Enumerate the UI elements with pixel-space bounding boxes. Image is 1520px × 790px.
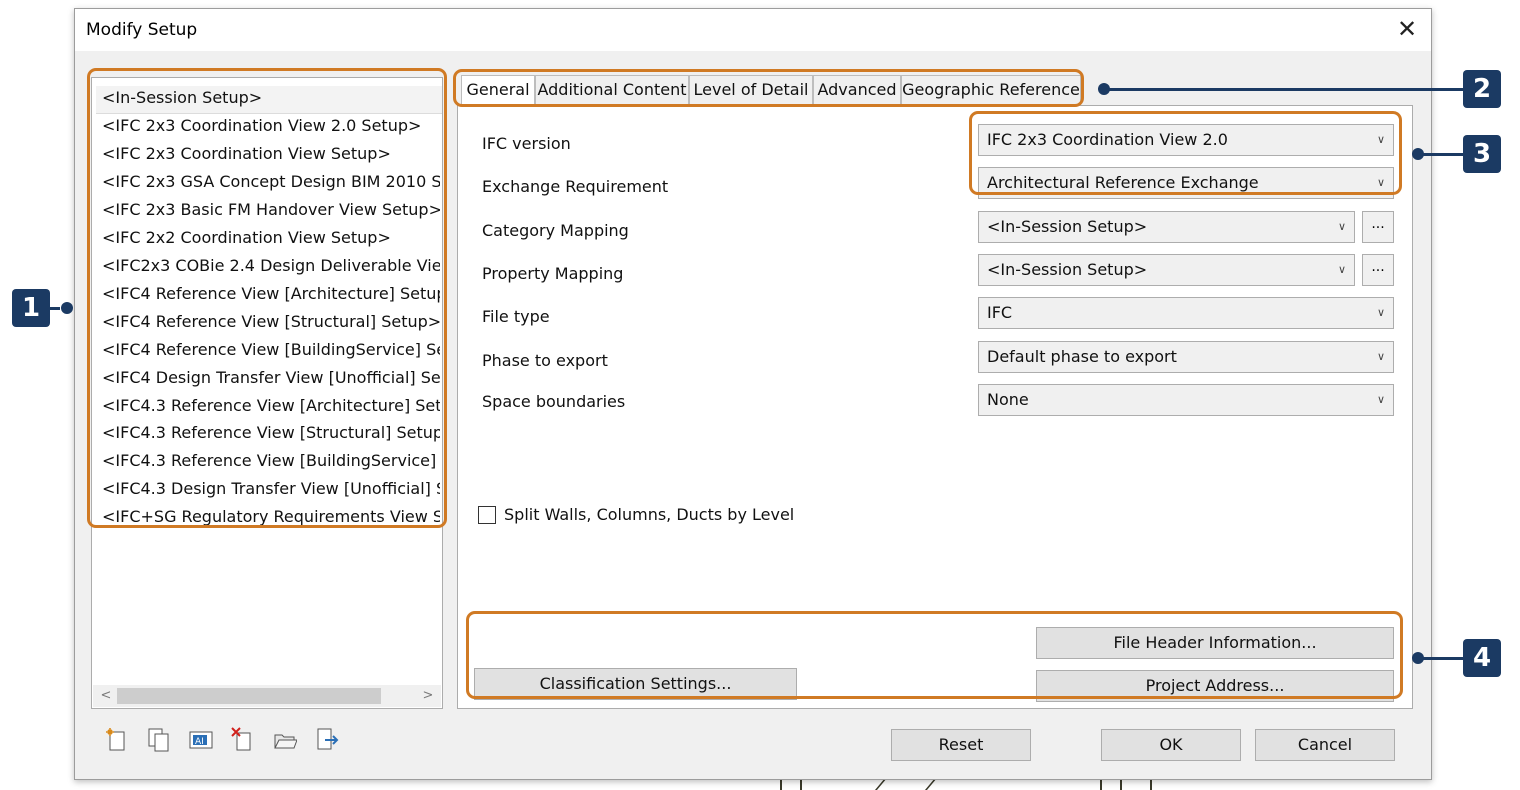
space-boundaries-label: Space boundaries <box>482 392 626 411</box>
new-setup-icon[interactable] <box>105 727 129 753</box>
setup-item[interactable]: <IFC4.3 Reference View [Architecture] Se… <box>102 394 440 422</box>
svg-text:AI: AI <box>195 737 204 747</box>
classification-settings-button[interactable]: Classification Settings... <box>474 668 797 700</box>
phase-value: Default phase to export <box>987 347 1177 366</box>
setup-item[interactable]: <IFC+SG Regulatory Requirements View Set… <box>102 505 440 533</box>
callout-3: 3 <box>1463 135 1501 173</box>
cancel-button[interactable]: Cancel <box>1255 729 1395 761</box>
modify-setup-dialog: Modify Setup ✕ <In-Session Setup> <IFC 2… <box>74 8 1432 780</box>
callout-2-leader <box>1108 88 1463 91</box>
setup-item[interactable]: <IFC 2x3 Coordination View Setup> <box>102 142 440 170</box>
setup-item[interactable]: <IFC2x3 COBie 2.4 Design Deliverable Vie… <box>102 254 440 282</box>
chevron-down-icon: ∨ <box>1376 306 1385 319</box>
scroll-right-icon[interactable]: > <box>419 685 437 707</box>
exchange-requirement-label: Exchange Requirement <box>482 177 669 196</box>
ifc-version-select[interactable]: IFC 2x3 Coordination View 2.0 ∨ <box>978 124 1394 156</box>
setup-item[interactable]: <IFC4.3 Reference View [BuildingService]… <box>102 449 440 477</box>
callout-4-leader <box>1422 657 1463 660</box>
setup-item[interactable]: <IFC 2x2 Coordination View Setup> <box>102 226 440 254</box>
category-mapping-browse-button[interactable]: ... <box>1362 211 1394 243</box>
close-icon[interactable]: ✕ <box>1393 15 1421 43</box>
ifc-version-value: IFC 2x3 Coordination View 2.0 <box>987 130 1228 149</box>
setup-item[interactable]: <IFC4.3 Reference View [Structural] Setu… <box>102 421 440 449</box>
property-mapping-value: <In-Session Setup> <box>987 260 1148 279</box>
space-boundaries-select[interactable]: None ∨ <box>978 384 1394 416</box>
phase-select[interactable]: Default phase to export ∨ <box>978 341 1394 373</box>
callout-1-dot <box>61 302 73 314</box>
export-setup-icon[interactable] <box>315 727 339 753</box>
setup-item[interactable]: <IFC 2x3 Basic FM Handover View Setup> <box>102 198 440 226</box>
file-type-select[interactable]: IFC ∨ <box>978 297 1394 329</box>
tab-additional-content[interactable]: Additional Content <box>535 75 689 105</box>
exchange-requirement-value: Architectural Reference Exchange <box>987 173 1259 192</box>
scroll-left-icon[interactable]: < <box>97 685 115 707</box>
split-walls-checkbox[interactable] <box>478 506 496 524</box>
general-tab-panel: IFC version IFC 2x3 Coordination View 2.… <box>457 105 1413 709</box>
callout-4: 4 <box>1463 639 1501 677</box>
project-address-button[interactable]: Project Address... <box>1036 670 1394 702</box>
callout-1-leader <box>50 307 60 310</box>
tab-geographic-reference[interactable]: Geographic Reference <box>901 75 1081 105</box>
exchange-requirement-select[interactable]: Architectural Reference Exchange ∨ <box>978 167 1394 199</box>
setup-list[interactable]: <In-Session Setup> <IFC 2x3 Coordination… <box>91 77 443 709</box>
space-boundaries-value: None <box>987 390 1029 409</box>
property-mapping-select[interactable]: <In-Session Setup> ∨ <box>978 254 1355 286</box>
horizontal-scrollbar[interactable]: < > <box>93 685 441 707</box>
chevron-down-icon: ∨ <box>1376 350 1385 363</box>
dialog-title: Modify Setup <box>86 20 198 40</box>
ifc-version-label: IFC version <box>482 134 571 153</box>
chevron-down-icon: ∨ <box>1337 220 1346 233</box>
split-walls-label: Split Walls, Columns, Ducts by Level <box>504 505 795 524</box>
tab-advanced[interactable]: Advanced <box>813 75 901 105</box>
scroll-thumb[interactable] <box>117 688 381 704</box>
callout-2: 2 <box>1463 70 1501 108</box>
category-mapping-select[interactable]: <In-Session Setup> ∨ <box>978 211 1355 243</box>
duplicate-setup-icon[interactable] <box>147 727 171 753</box>
property-mapping-browse-button[interactable]: ... <box>1362 254 1394 286</box>
category-mapping-label: Category Mapping <box>482 221 629 240</box>
rename-setup-icon[interactable]: AI <box>189 727 213 753</box>
setup-item[interactable]: <IFC4 Reference View [BuildingService] S… <box>102 338 440 366</box>
phase-label: Phase to export <box>482 351 608 370</box>
callout-1: 1 <box>12 289 50 327</box>
setup-item-in-session[interactable]: <In-Session Setup> <box>96 86 442 114</box>
setup-item[interactable]: <IFC 2x3 GSA Concept Design BIM 2010 Set… <box>102 170 440 198</box>
delete-setup-icon[interactable] <box>231 727 255 753</box>
chevron-down-icon: ∨ <box>1376 133 1385 146</box>
reset-button[interactable]: Reset <box>891 729 1031 761</box>
file-header-button[interactable]: File Header Information... <box>1036 627 1394 659</box>
category-mapping-value: <In-Session Setup> <box>987 217 1148 236</box>
ok-button[interactable]: OK <box>1101 729 1241 761</box>
import-setup-icon[interactable] <box>273 727 298 753</box>
chevron-down-icon: ∨ <box>1376 393 1385 406</box>
file-type-value: IFC <box>987 303 1013 322</box>
chevron-down-icon: ∨ <box>1337 263 1346 276</box>
setup-item[interactable]: <IFC4 Reference View [Structural] Setup> <box>102 310 440 338</box>
tab-level-of-detail[interactable]: Level of Detail <box>689 75 813 105</box>
setup-item[interactable]: <IFC 2x3 Coordination View 2.0 Setup> <box>102 114 440 142</box>
tab-general[interactable]: General <box>461 75 535 106</box>
property-mapping-label: Property Mapping <box>482 264 624 283</box>
setup-item[interactable]: <IFC4 Design Transfer View [Unofficial] … <box>102 366 440 394</box>
file-type-label: File type <box>482 307 550 326</box>
callout-3-leader <box>1422 153 1463 156</box>
chevron-down-icon: ∨ <box>1376 176 1385 189</box>
title-bar: Modify Setup ✕ <box>75 9 1431 51</box>
setup-item[interactable]: <IFC4 Reference View [Architecture] Setu… <box>102 282 440 310</box>
setup-item[interactable]: <IFC4.3 Design Transfer View [Unofficial… <box>102 477 440 505</box>
